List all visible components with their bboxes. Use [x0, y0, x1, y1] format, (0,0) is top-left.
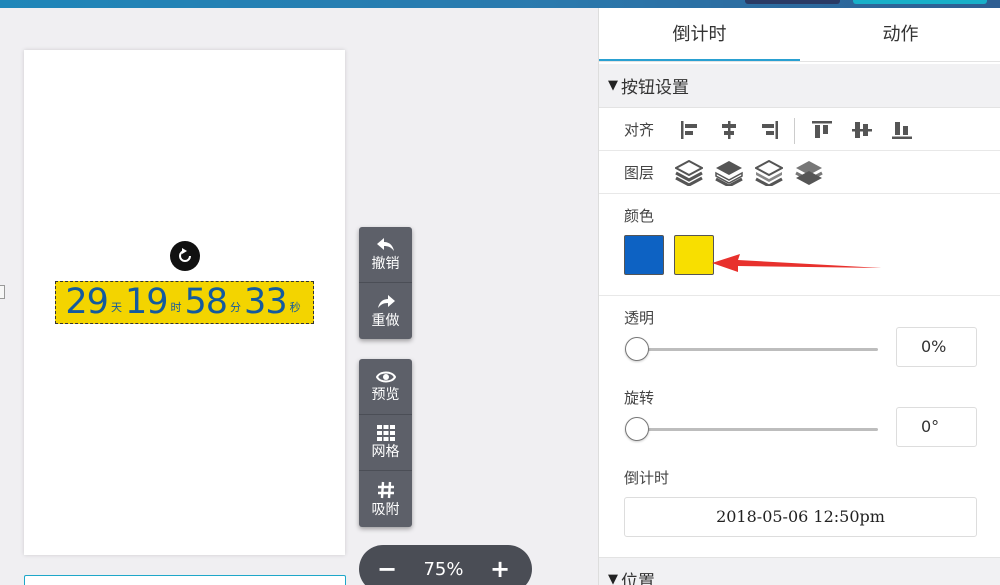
opacity-input[interactable]: 0%: [896, 327, 977, 367]
countdown-minutes-unit: 分: [230, 301, 242, 314]
opacity-slider-track[interactable]: [625, 348, 878, 351]
align-center-h-icon[interactable]: [720, 121, 738, 139]
section-button-settings[interactable]: ▼ 按钮设置: [599, 64, 1000, 108]
header-publish-button[interactable]: [853, 0, 987, 4]
zoom-out-button[interactable]: −: [377, 557, 397, 581]
header-button[interactable]: [745, 0, 840, 4]
countdown-hours-unit: 时: [170, 301, 182, 314]
zoom-control: − 75% +: [359, 545, 532, 585]
redo-button[interactable]: 重做: [359, 283, 412, 339]
undo-button[interactable]: 撤销: [359, 227, 412, 283]
properties-panel: 倒计时 动作 ▼ 按钮设置 对齐 图层 颜色 透明 0% 旋转 0° 倒计时 2…: [598, 8, 1000, 585]
opacity-slider-thumb[interactable]: [625, 337, 649, 361]
countdown-seconds: 33: [244, 282, 288, 322]
opacity-label: 透明: [624, 309, 655, 327]
next-page-thumbnail[interactable]: [24, 575, 346, 585]
tab-action[interactable]: 动作: [800, 8, 1000, 61]
annotation-arrow-icon: [712, 254, 882, 272]
zoom-level: 75%: [423, 558, 464, 580]
rotation-label: 旋转: [624, 389, 655, 407]
left-panel-handle[interactable]: [0, 285, 5, 299]
countdown-seconds-unit: 秒: [289, 301, 301, 314]
rotation-input[interactable]: 0°: [896, 407, 977, 447]
align-left-icon[interactable]: [681, 121, 699, 139]
preview-label: 预览: [371, 387, 400, 403]
countdown-days: 29: [65, 282, 109, 322]
snap-button[interactable]: 吸附: [359, 471, 412, 527]
countdown-widget[interactable]: 29 天 19 时 58 分 33 秒: [55, 281, 314, 324]
eye-icon: [375, 371, 396, 383]
snap-label: 吸附: [371, 501, 400, 518]
collapse-triangle-icon: ▼: [608, 571, 618, 585]
rotation-slider-track[interactable]: [625, 428, 878, 431]
section-position-title: 位置: [621, 571, 655, 585]
layer-top-icon[interactable]: [675, 160, 703, 186]
align-bottom-icon[interactable]: [892, 121, 912, 139]
panel-tabs: 倒计时 动作: [599, 8, 1000, 62]
rotation-slider-thumb[interactable]: [625, 417, 649, 441]
tab-countdown[interactable]: 倒计时: [599, 8, 800, 61]
countdown-hours: 19: [124, 282, 169, 322]
color-label: 颜色: [624, 207, 655, 225]
undo-label: 撤销: [371, 256, 400, 272]
align-label: 对齐: [624, 121, 655, 139]
collapse-triangle-icon: ▼: [608, 78, 618, 93]
grid-label: 网格: [371, 444, 400, 460]
grid-button[interactable]: 网格: [359, 415, 412, 471]
grid-icon: [376, 425, 395, 441]
layer-up-icon[interactable]: [715, 160, 743, 186]
align-row: 对齐: [599, 108, 1000, 151]
undo-icon: [376, 238, 394, 251]
redo-icon: [377, 294, 395, 308]
countdown-days-unit: 天: [110, 301, 122, 314]
align-divider: [794, 118, 795, 144]
align-top-icon[interactable]: [812, 121, 832, 139]
countdown-datetime-input[interactable]: 2018-05-06 12:50pm: [624, 497, 977, 537]
align-right-icon[interactable]: [760, 121, 778, 139]
countdown-datetime-label: 倒计时: [624, 469, 670, 487]
preview-button[interactable]: 预览: [359, 359, 412, 415]
layer-label: 图层: [624, 164, 655, 182]
section-position[interactable]: ▼ 位置: [599, 557, 1000, 585]
zoom-in-button[interactable]: +: [490, 557, 510, 581]
color-swatch-blue[interactable]: [624, 235, 664, 275]
history-toolbar: 撤销 重做: [359, 227, 412, 339]
countdown-minutes: 58: [184, 282, 229, 322]
align-middle-v-icon[interactable]: [852, 121, 872, 139]
hash-icon: [377, 481, 394, 498]
rotate-handle-icon[interactable]: [170, 241, 200, 271]
section-button-settings-title: 按钮设置: [621, 78, 689, 98]
layer-bottom-icon[interactable]: [795, 160, 823, 186]
view-toolbar: 预览 网格 吸附: [359, 359, 412, 527]
redo-label: 重做: [371, 312, 400, 329]
phone-canvas[interactable]: 29 天 19 时 58 分 33 秒: [24, 50, 345, 555]
layer-down-icon[interactable]: [755, 160, 783, 186]
top-header-bar: [0, 0, 1000, 8]
